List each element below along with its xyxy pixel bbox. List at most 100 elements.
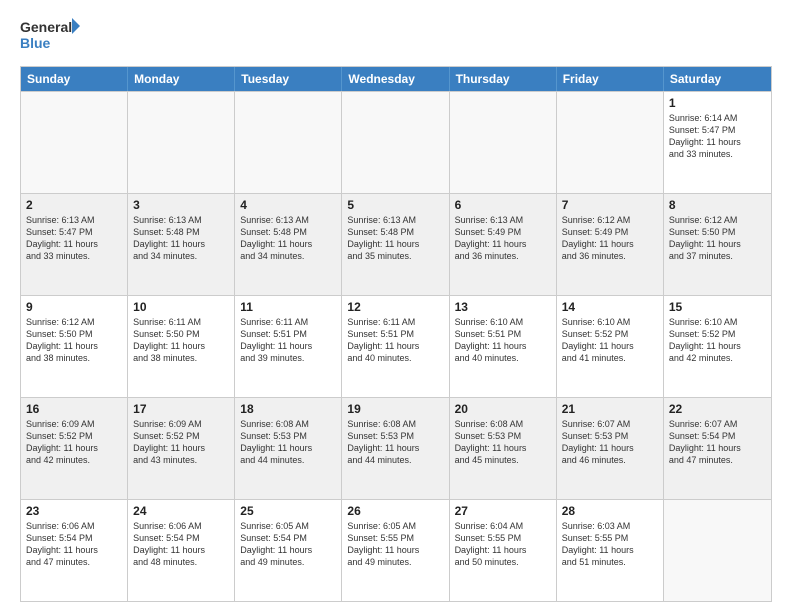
day-number: 11 bbox=[240, 300, 336, 314]
day-number: 23 bbox=[26, 504, 122, 518]
day-info: Sunrise: 6:10 AM Sunset: 5:51 PM Dayligh… bbox=[455, 316, 551, 365]
day-number: 22 bbox=[669, 402, 766, 416]
day-info: Sunrise: 6:11 AM Sunset: 5:51 PM Dayligh… bbox=[240, 316, 336, 365]
weekday-header: Wednesday bbox=[342, 67, 449, 91]
calendar-cell: 2 Sunrise: 6:13 AM Sunset: 5:47 PM Daylig… bbox=[21, 194, 128, 295]
day-info: Sunrise: 6:07 AM Sunset: 5:54 PM Dayligh… bbox=[669, 418, 766, 467]
day-info: Sunrise: 6:08 AM Sunset: 5:53 PM Dayligh… bbox=[347, 418, 443, 467]
calendar-cell bbox=[21, 92, 128, 193]
day-info: Sunrise: 6:09 AM Sunset: 5:52 PM Dayligh… bbox=[26, 418, 122, 467]
day-info: Sunrise: 6:06 AM Sunset: 5:54 PM Dayligh… bbox=[133, 520, 229, 569]
day-info: Sunrise: 6:12 AM Sunset: 5:49 PM Dayligh… bbox=[562, 214, 658, 263]
day-info: Sunrise: 6:12 AM Sunset: 5:50 PM Dayligh… bbox=[26, 316, 122, 365]
day-number: 15 bbox=[669, 300, 766, 314]
day-info: Sunrise: 6:04 AM Sunset: 5:55 PM Dayligh… bbox=[455, 520, 551, 569]
calendar-cell: 26Sunrise: 6:05 AM Sunset: 5:55 PM Dayli… bbox=[342, 500, 449, 601]
calendar-cell: 15 Sunrise: 6:10 AM Sunset: 5:52 PM Dayli… bbox=[664, 296, 771, 397]
calendar-cell: 22 Sunrise: 6:07 AM Sunset: 5:54 PM Dayli… bbox=[664, 398, 771, 499]
day-number: 26 bbox=[347, 504, 443, 518]
header: General Blue bbox=[20, 16, 772, 56]
svg-text:Blue: Blue bbox=[20, 35, 51, 51]
day-number: 8 bbox=[669, 198, 766, 212]
day-number: 6 bbox=[455, 198, 551, 212]
day-info: Sunrise: 6:10 AM Sunset: 5:52 PM Dayligh… bbox=[669, 316, 766, 365]
calendar: SundayMondayTuesdayWednesdayThursdayFrid… bbox=[20, 66, 772, 602]
calendar-cell: 21Sunrise: 6:07 AM Sunset: 5:53 PM Dayli… bbox=[557, 398, 664, 499]
calendar-cell bbox=[664, 500, 771, 601]
calendar-body: 1Sunrise: 6:14 AM Sunset: 5:47 PM Daylig… bbox=[21, 91, 771, 601]
day-number: 27 bbox=[455, 504, 551, 518]
calendar-cell: 20Sunrise: 6:08 AM Sunset: 5:53 PM Dayli… bbox=[450, 398, 557, 499]
day-info: Sunrise: 6:11 AM Sunset: 5:50 PM Dayligh… bbox=[133, 316, 229, 365]
calendar-cell: 11 Sunrise: 6:11 AM Sunset: 5:51 PM Dayli… bbox=[235, 296, 342, 397]
day-info: Sunrise: 6:11 AM Sunset: 5:51 PM Dayligh… bbox=[347, 316, 443, 365]
day-number: 16 bbox=[26, 402, 122, 416]
calendar-cell bbox=[128, 92, 235, 193]
weekday-header: Sunday bbox=[21, 67, 128, 91]
day-number: 18 bbox=[240, 402, 336, 416]
day-number: 14 bbox=[562, 300, 658, 314]
day-info: Sunrise: 6:06 AM Sunset: 5:54 PM Dayligh… bbox=[26, 520, 122, 569]
day-info: Sunrise: 6:13 AM Sunset: 5:49 PM Dayligh… bbox=[455, 214, 551, 263]
logo: General Blue bbox=[20, 16, 80, 56]
calendar-cell: 8 Sunrise: 6:12 AM Sunset: 5:50 PM Daylig… bbox=[664, 194, 771, 295]
day-info: Sunrise: 6:05 AM Sunset: 5:54 PM Dayligh… bbox=[240, 520, 336, 569]
weekday-header: Tuesday bbox=[235, 67, 342, 91]
page: General Blue SundayMondayTuesdayWednesda… bbox=[0, 0, 792, 612]
day-number: 19 bbox=[347, 402, 443, 416]
day-info: Sunrise: 6:09 AM Sunset: 5:52 PM Dayligh… bbox=[133, 418, 229, 467]
calendar-week: 1Sunrise: 6:14 AM Sunset: 5:47 PM Daylig… bbox=[21, 91, 771, 193]
calendar-cell: 27 Sunrise: 6:04 AM Sunset: 5:55 PM Dayli… bbox=[450, 500, 557, 601]
calendar-week: 9 Sunrise: 6:12 AM Sunset: 5:50 PM Daylig… bbox=[21, 295, 771, 397]
day-number: 25 bbox=[240, 504, 336, 518]
day-number: 21 bbox=[562, 402, 658, 416]
calendar-cell bbox=[235, 92, 342, 193]
day-info: Sunrise: 6:08 AM Sunset: 5:53 PM Dayligh… bbox=[240, 418, 336, 467]
calendar-cell bbox=[450, 92, 557, 193]
calendar-cell: 6 Sunrise: 6:13 AM Sunset: 5:49 PM Daylig… bbox=[450, 194, 557, 295]
day-info: Sunrise: 6:12 AM Sunset: 5:50 PM Dayligh… bbox=[669, 214, 766, 263]
day-info: Sunrise: 6:13 AM Sunset: 5:48 PM Dayligh… bbox=[347, 214, 443, 263]
day-number: 28 bbox=[562, 504, 658, 518]
calendar-cell: 28Sunrise: 6:03 AM Sunset: 5:55 PM Dayli… bbox=[557, 500, 664, 601]
day-info: Sunrise: 6:13 AM Sunset: 5:48 PM Dayligh… bbox=[133, 214, 229, 263]
day-number: 9 bbox=[26, 300, 122, 314]
day-number: 7 bbox=[562, 198, 658, 212]
weekday-header: Thursday bbox=[450, 67, 557, 91]
svg-text:General: General bbox=[20, 19, 72, 35]
calendar-cell: 23 Sunrise: 6:06 AM Sunset: 5:54 PM Dayli… bbox=[21, 500, 128, 601]
day-number: 4 bbox=[240, 198, 336, 212]
weekday-header: Monday bbox=[128, 67, 235, 91]
weekday-header: Friday bbox=[557, 67, 664, 91]
day-info: Sunrise: 6:14 AM Sunset: 5:47 PM Dayligh… bbox=[669, 112, 766, 161]
day-info: Sunrise: 6:13 AM Sunset: 5:48 PM Dayligh… bbox=[240, 214, 336, 263]
calendar-cell bbox=[557, 92, 664, 193]
day-number: 17 bbox=[133, 402, 229, 416]
calendar-cell: 19 Sunrise: 6:08 AM Sunset: 5:53 PM Dayli… bbox=[342, 398, 449, 499]
day-number: 12 bbox=[347, 300, 443, 314]
day-info: Sunrise: 6:10 AM Sunset: 5:52 PM Dayligh… bbox=[562, 316, 658, 365]
calendar-cell: 1Sunrise: 6:14 AM Sunset: 5:47 PM Daylig… bbox=[664, 92, 771, 193]
day-info: Sunrise: 6:13 AM Sunset: 5:47 PM Dayligh… bbox=[26, 214, 122, 263]
calendar-cell: 5 Sunrise: 6:13 AM Sunset: 5:48 PM Daylig… bbox=[342, 194, 449, 295]
day-number: 2 bbox=[26, 198, 122, 212]
calendar-week: 23 Sunrise: 6:06 AM Sunset: 5:54 PM Dayli… bbox=[21, 499, 771, 601]
day-info: Sunrise: 6:08 AM Sunset: 5:53 PM Dayligh… bbox=[455, 418, 551, 467]
day-number: 10 bbox=[133, 300, 229, 314]
logo-svg: General Blue bbox=[20, 16, 80, 56]
calendar-cell: 7 Sunrise: 6:12 AM Sunset: 5:49 PM Daylig… bbox=[557, 194, 664, 295]
calendar-cell: 17 Sunrise: 6:09 AM Sunset: 5:52 PM Dayli… bbox=[128, 398, 235, 499]
day-number: 24 bbox=[133, 504, 229, 518]
weekday-header: Saturday bbox=[664, 67, 771, 91]
calendar-cell bbox=[342, 92, 449, 193]
calendar-cell: 4 Sunrise: 6:13 AM Sunset: 5:48 PM Daylig… bbox=[235, 194, 342, 295]
calendar-cell: 18 Sunrise: 6:08 AM Sunset: 5:53 PM Dayli… bbox=[235, 398, 342, 499]
day-number: 13 bbox=[455, 300, 551, 314]
day-number: 5 bbox=[347, 198, 443, 212]
calendar-cell: 9 Sunrise: 6:12 AM Sunset: 5:50 PM Daylig… bbox=[21, 296, 128, 397]
calendar-cell: 24 Sunrise: 6:06 AM Sunset: 5:54 PM Dayli… bbox=[128, 500, 235, 601]
calendar-cell: 14 Sunrise: 6:10 AM Sunset: 5:52 PM Dayli… bbox=[557, 296, 664, 397]
calendar-week: 2 Sunrise: 6:13 AM Sunset: 5:47 PM Daylig… bbox=[21, 193, 771, 295]
calendar-cell: 3Sunrise: 6:13 AM Sunset: 5:48 PM Daylig… bbox=[128, 194, 235, 295]
calendar-week: 16 Sunrise: 6:09 AM Sunset: 5:52 PM Dayli… bbox=[21, 397, 771, 499]
